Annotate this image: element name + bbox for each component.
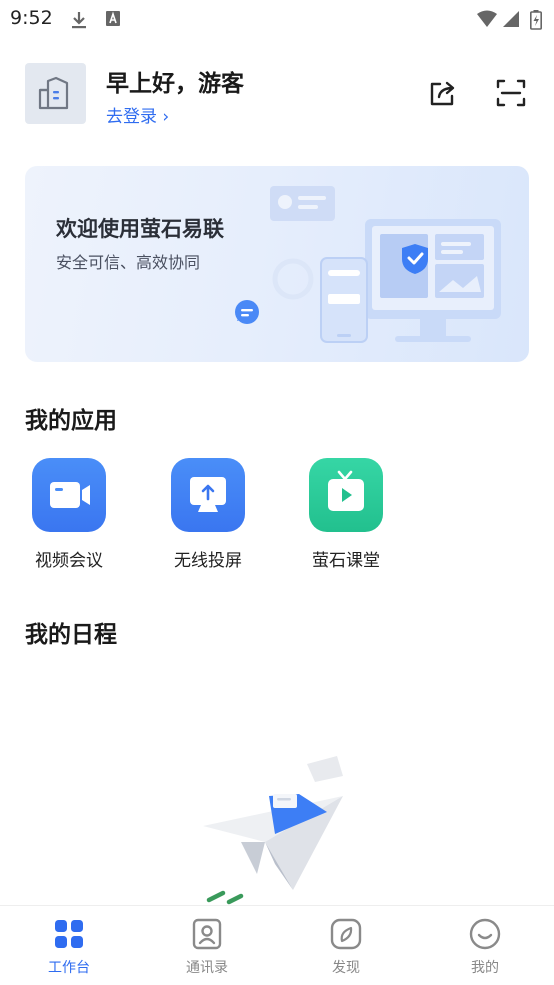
status-bar: 9:52 <box>0 0 554 38</box>
signal-icon <box>503 11 519 27</box>
bottom-tab-bar: 工作台 通讯录 发现 我的 <box>0 905 554 985</box>
tab-label: 我的 <box>471 960 499 976</box>
tab-label: 发现 <box>332 960 360 976</box>
tv-play-icon <box>309 458 383 532</box>
welcome-banner[interactable]: 欢迎使用萤石易联 安全可信、高效协同 <box>25 166 529 362</box>
share-button[interactable] <box>426 76 460 110</box>
grid-icon <box>55 920 83 948</box>
banner-title: 欢迎使用萤石易联 <box>56 217 224 241</box>
video-camera-icon <box>32 458 106 532</box>
tab-contacts[interactable]: 通讯录 <box>138 918 276 977</box>
avatar[interactable] <box>25 63 86 124</box>
tab-workbench[interactable]: 工作台 <box>0 918 138 977</box>
scan-icon <box>496 79 526 107</box>
app-label: 视频会议 <box>35 551 103 571</box>
banner-subtitle: 安全可信、高效协同 <box>56 253 201 272</box>
app-label: 无线投屏 <box>174 551 242 571</box>
building-icon <box>38 76 69 110</box>
login-link[interactable]: 去登录 › <box>106 102 169 127</box>
contacts-icon <box>192 918 222 950</box>
empty-schedule-illustration <box>203 756 343 905</box>
status-time: 9:52 <box>10 7 53 29</box>
scan-button[interactable] <box>494 76 528 110</box>
apps-section-title: 我的应用 <box>25 408 117 434</box>
share-icon <box>430 81 455 106</box>
screen-cast-icon <box>171 458 245 532</box>
tab-label: 通讯录 <box>186 960 228 976</box>
tab-mine[interactable]: 我的 <box>416 918 554 977</box>
header: 早上好，游客 去登录 › <box>0 50 554 150</box>
schedule-section-title: 我的日程 <box>25 622 117 648</box>
compass-icon <box>330 918 362 950</box>
greeting-text: 早上好，游客 <box>106 71 244 97</box>
tab-label: 工作台 <box>48 960 90 976</box>
tab-discover[interactable]: 发现 <box>277 918 415 977</box>
app-ezviz-classroom[interactable]: 萤石课堂 <box>308 458 384 571</box>
notification-a-icon <box>106 11 120 26</box>
app-wireless-cast[interactable]: 无线投屏 <box>170 458 246 571</box>
wifi-icon <box>477 10 497 27</box>
smile-icon <box>469 918 501 950</box>
app-label: 萤石课堂 <box>312 551 380 571</box>
battery-icon <box>530 10 542 30</box>
download-icon <box>72 12 86 29</box>
app-video-meeting[interactable]: 视频会议 <box>31 458 107 571</box>
